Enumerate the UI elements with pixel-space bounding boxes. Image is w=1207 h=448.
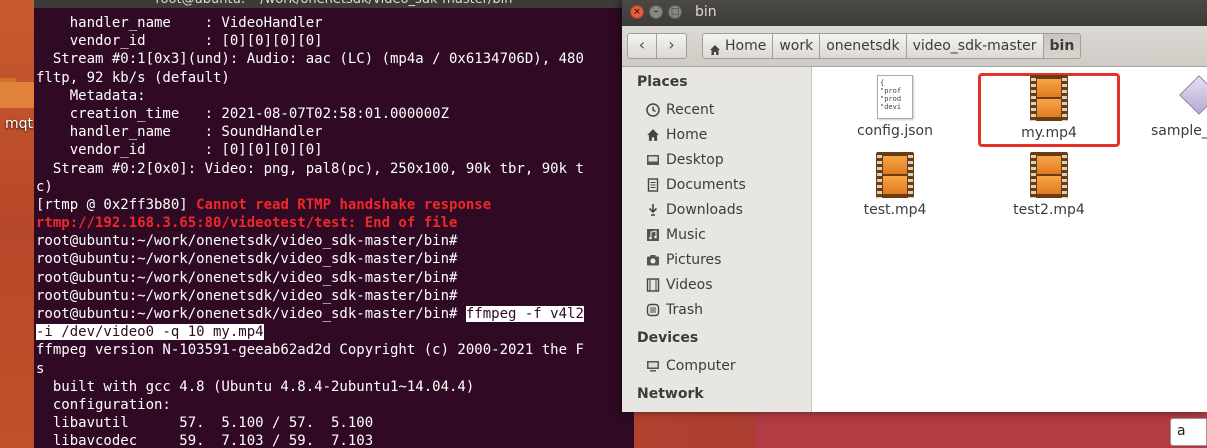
sidebar-item-recent[interactable]: Recent xyxy=(646,99,714,121)
terminal-line: root@ubuntu:~/work/onenetsdk/video_sdk-m… xyxy=(36,269,458,286)
sidebar-header-network: Network xyxy=(637,386,704,402)
window-titlebar[interactable]: × – □ bin xyxy=(622,0,1207,26)
terminal-line: [rtmp @ 0x2ff3b80] Cannot read RTMP hand… xyxy=(36,196,492,213)
file-item[interactable]: my.mp4 xyxy=(994,75,1104,141)
home-icon xyxy=(646,128,660,142)
text-file-icon: { "prof "prod "devi xyxy=(877,75,913,119)
file-item[interactable]: sample_ xyxy=(1142,75,1207,139)
file-item[interactable]: test2.mp4 xyxy=(994,152,1104,218)
window-title: bin xyxy=(695,4,717,20)
terminal-line: handler_name : VideoHandler xyxy=(36,15,323,31)
terminal-line: s xyxy=(36,360,45,377)
terminal-output[interactable]: handler_name : VideoHandler vendor_id : … xyxy=(36,14,634,448)
breadcrumb-bin[interactable]: bin xyxy=(1043,33,1082,59)
camera-icon xyxy=(646,253,660,267)
home-icon xyxy=(709,40,721,55)
sidebar-item-desktop[interactable]: Desktop xyxy=(646,149,724,171)
terminal-line: Stream #0:1[0x3](und): Audio: aac (LC) (… xyxy=(36,51,584,68)
terminal-line: root@ubuntu:~/work/onenetsdk/video_sdk-m… xyxy=(36,287,458,304)
sidebar-header-devices: Devices xyxy=(637,330,699,346)
file-name: test2.mp4 xyxy=(1013,202,1085,218)
folder-icon[interactable] xyxy=(0,74,34,114)
desktop-background xyxy=(755,412,1207,448)
file-name: test.mp4 xyxy=(863,202,927,218)
package-icon xyxy=(1177,75,1207,119)
terminal-line: -i /dev/video0 -q 10 my.mp4 xyxy=(36,324,264,341)
terminal-line: handler_name : SoundHandler xyxy=(36,124,323,141)
terminal-line: libavcodec 59. 7.103 / 59. 7.103 xyxy=(36,433,374,448)
terminal-line: rtmp://192.168.3.65:80/videotest/test: E… xyxy=(36,215,458,232)
desktop-folder-label[interactable]: mqt xyxy=(5,116,33,132)
sidebar-item-videos[interactable]: Videos xyxy=(646,274,713,296)
sidebar-item-trash[interactable]: Trash xyxy=(646,299,703,321)
file-name: config.json xyxy=(857,123,933,139)
terminal-line: root@ubuntu:~/work/onenetsdk/video_sdk-m… xyxy=(36,306,584,322)
computer-icon xyxy=(646,359,660,373)
download-icon xyxy=(646,203,660,217)
file-item[interactable]: { "prof "prod "devi config.json xyxy=(840,75,950,139)
terminal-line: root@ubuntu:~/work/onenetsdk/video_sdk-m… xyxy=(36,251,458,268)
trash-icon xyxy=(646,303,660,317)
breadcrumb-home[interactable]: Home xyxy=(702,33,774,59)
terminal-line: Stream #0:2[0x0]: Video: png, pal8(pc), … xyxy=(36,160,584,177)
minimize-icon[interactable]: – xyxy=(649,5,663,19)
terminal-title: root@ubuntu: ~/work/onenetsdk/video_sdk-… xyxy=(34,0,634,8)
terminal-line: Metadata: xyxy=(36,87,146,104)
terminal-line: c) xyxy=(36,178,53,195)
terminal-line: vendor_id : [0][0][0][0] xyxy=(36,33,323,50)
maximize-icon[interactable]: □ xyxy=(668,5,682,19)
chevron-left-icon: ‹ xyxy=(638,35,646,54)
music-icon xyxy=(646,228,660,242)
back-button[interactable]: ‹ xyxy=(627,33,657,59)
file-name: my.mp4 xyxy=(1021,125,1077,141)
toolbar: ‹ › Home work onenetsdk video_sdk-master… xyxy=(622,26,1207,67)
sidebar-item-pictures[interactable]: Pictures xyxy=(646,249,721,271)
file-name: sample_ xyxy=(1151,123,1207,139)
video-file-icon xyxy=(1030,75,1068,121)
file-manager-window: × – □ bin ‹ › Home work onenetsdk video_… xyxy=(622,0,1207,412)
breadcrumb-work[interactable]: work xyxy=(773,33,821,59)
terminal-line: built with gcc 4.8 (Ubuntu 4.8.4-2ubuntu… xyxy=(36,378,475,395)
forward-button[interactable]: › xyxy=(657,33,687,59)
video-icon xyxy=(646,278,660,292)
terminal-line: fltp, 92 kb/s (default) xyxy=(36,69,230,86)
desktop-icon xyxy=(646,153,660,167)
sidebar-item-computer[interactable]: Computer xyxy=(646,355,736,377)
terminal-line: configuration: xyxy=(36,396,171,413)
file-view[interactable]: { "prof "prod "devi config.json my.mp4 s… xyxy=(812,67,1207,412)
terminal-line: vendor_id : [0][0][0][0] xyxy=(36,142,323,159)
video-file-icon xyxy=(1030,152,1068,198)
sidebar: Places Recent Home Desktop Documents Dow… xyxy=(622,67,812,412)
file-item[interactable]: test.mp4 xyxy=(840,152,950,218)
breadcrumb: Home work onenetsdk video_sdk-master bin xyxy=(702,33,1082,59)
terminal-line: creation_time : 2021-08-07T02:58:01.0000… xyxy=(36,105,450,122)
sidebar-item-home[interactable]: Home xyxy=(646,124,707,146)
terminal-window[interactable]: root@ubuntu: ~/work/onenetsdk/video_sdk-… xyxy=(34,0,634,448)
breadcrumb-onenetsdk[interactable]: onenetsdk xyxy=(820,33,907,59)
search-input[interactable]: a xyxy=(1170,418,1207,446)
video-file-icon xyxy=(876,152,914,198)
documents-icon xyxy=(646,178,660,192)
sidebar-header-places: Places xyxy=(637,74,688,90)
clock-icon xyxy=(646,103,660,117)
chevron-right-icon: › xyxy=(668,35,675,54)
sidebar-item-documents[interactable]: Documents xyxy=(646,174,746,196)
sidebar-item-music[interactable]: Music xyxy=(646,224,706,246)
breadcrumb-video-sdk-master[interactable]: video_sdk-master xyxy=(906,33,1044,59)
sidebar-item-downloads[interactable]: Downloads xyxy=(646,199,743,221)
close-icon[interactable]: × xyxy=(630,5,644,19)
terminal-line: libavutil 57. 5.100 / 57. 5.100 xyxy=(36,415,374,432)
desktop-background xyxy=(0,0,34,448)
terminal-line: ffmpeg version N-103591-geeab62ad2d Copy… xyxy=(36,342,584,359)
terminal-line: root@ubuntu:~/work/onenetsdk/video_sdk-m… xyxy=(36,233,458,250)
